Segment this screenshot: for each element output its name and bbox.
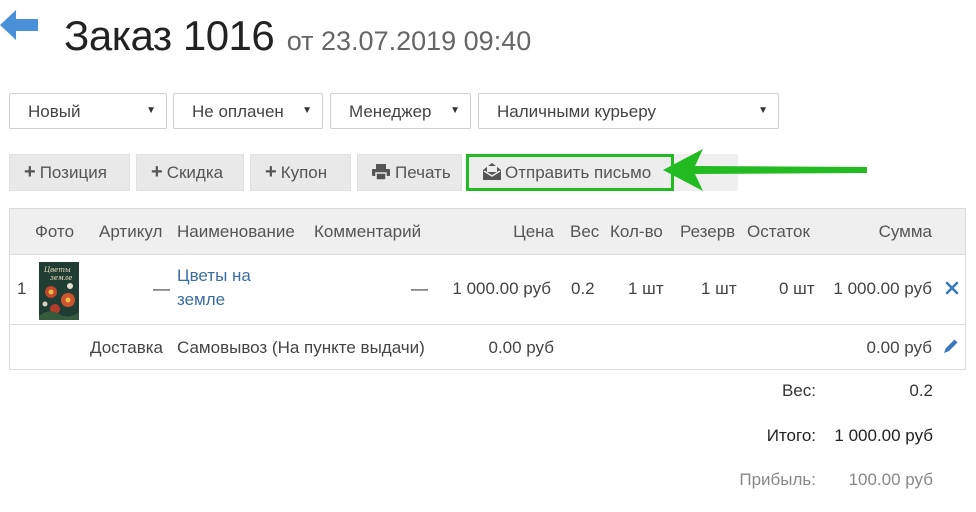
- summary-total-value: 1 000.00 руб: [834, 426, 933, 445]
- table-row: 1 Цветы земле — Цветы на земле — 1 000.0…: [10, 255, 965, 325]
- product-thumbnail[interactable]: Цветы земле: [39, 262, 79, 320]
- summary-profit-value: 100.00 руб: [848, 470, 933, 489]
- item-name-link-line2[interactable]: земле: [177, 290, 225, 310]
- delivery-price: 0.00 руб: [488, 338, 554, 357]
- order-items-table: Фото Артикул Наименование Комментарий Це…: [9, 208, 966, 370]
- summary-weight-value: 0.2: [909, 381, 933, 400]
- manager-select[interactable]: Менеджер ▼: [330, 93, 471, 129]
- delivery-method: Самовывоз (На пункте выдачи): [177, 338, 425, 357]
- printer-icon: [372, 164, 390, 181]
- item-name-link[interactable]: Цветы на: [177, 266, 251, 286]
- item-sku: —: [153, 279, 170, 298]
- add-position-label: Позиция: [39, 163, 107, 182]
- add-position-button[interactable]: + Позиция: [9, 154, 130, 191]
- item-reserve: 1 шт: [701, 279, 737, 298]
- chevron-down-icon: ▼: [758, 105, 768, 116]
- table-header: Фото Артикул Наименование Комментарий Це…: [10, 209, 965, 255]
- envelope-open-icon: [483, 163, 501, 180]
- status-select-value: Новый: [28, 102, 81, 121]
- item-price: 1 000.00 руб: [452, 279, 551, 298]
- print-label: Печать: [395, 163, 451, 182]
- summary-total-label: Итого:: [766, 426, 816, 445]
- plus-icon: +: [24, 161, 36, 183]
- column-header-weight: Вес: [570, 222, 600, 241]
- summary-profit-label: Прибыль:: [739, 470, 816, 489]
- page-title: Заказ 1016 от 23.07.2019 09:40: [64, 12, 531, 60]
- chevron-down-icon: ▼: [146, 105, 156, 116]
- summary-weight-label: Вес:: [781, 381, 816, 400]
- table-row: Доставка Самовывоз (На пункте выдачи) 0.…: [10, 325, 965, 370]
- item-stock: 0 шт: [779, 279, 815, 298]
- item-sum: 1 000.00 руб: [833, 279, 932, 298]
- payment-method-select-value: Наличными курьеру: [497, 102, 656, 121]
- print-button[interactable]: Печать: [357, 154, 462, 191]
- row-index: 1: [17, 279, 27, 298]
- column-header-comment: Комментарий: [314, 222, 422, 241]
- add-discount-button[interactable]: + Скидка: [136, 154, 244, 191]
- add-coupon-button[interactable]: + Купон: [250, 154, 351, 191]
- payment-method-select[interactable]: Наличными курьеру ▼: [478, 93, 779, 129]
- chevron-down-icon: ▼: [302, 105, 312, 116]
- column-header-photo: Фото: [35, 222, 75, 241]
- column-header-sku: Артикул: [99, 222, 163, 241]
- chevron-down-icon: ▼: [450, 105, 460, 116]
- product-image: Цветы земле: [39, 262, 79, 320]
- item-weight: 0.2: [571, 279, 595, 298]
- column-header-name: Наименование: [177, 222, 295, 241]
- plus-icon: +: [151, 161, 163, 183]
- svg-text:земле: земле: [50, 274, 72, 282]
- pencil-icon[interactable]: [942, 337, 960, 355]
- column-header-reserve: Резерв: [680, 222, 736, 241]
- order-title: Заказ 1016: [64, 12, 275, 59]
- delivery-sum: 0.00 руб: [866, 338, 932, 357]
- payment-status-select-value: Не оплачен: [192, 102, 284, 121]
- add-coupon-label: Купон: [280, 163, 328, 182]
- close-icon[interactable]: [945, 281, 959, 295]
- add-discount-label: Скидка: [166, 163, 224, 182]
- item-comment: —: [411, 279, 428, 298]
- order-date: от 23.07.2019 09:40: [286, 26, 532, 56]
- manager-select-value: Менеджер: [349, 102, 432, 121]
- green-pointer-arrow-icon: [663, 149, 867, 191]
- status-select[interactable]: Новый ▼: [9, 93, 167, 129]
- column-header-stock: Остаток: [747, 222, 810, 241]
- send-email-button[interactable]: Отправить письмо: [466, 154, 674, 191]
- plus-icon: +: [265, 161, 277, 183]
- column-header-sum: Сумма: [878, 222, 932, 241]
- item-qty: 1 шт: [628, 279, 664, 298]
- column-header-price: Цена: [513, 222, 554, 241]
- svg-text:Цветы: Цветы: [44, 266, 71, 274]
- delivery-label: Доставка: [90, 338, 164, 357]
- back-arrow-icon[interactable]: [0, 10, 38, 40]
- column-header-qty: Кол-во: [610, 222, 663, 241]
- payment-status-select[interactable]: Не оплачен ▼: [173, 93, 323, 129]
- send-email-label: Отправить письмо: [505, 163, 652, 182]
